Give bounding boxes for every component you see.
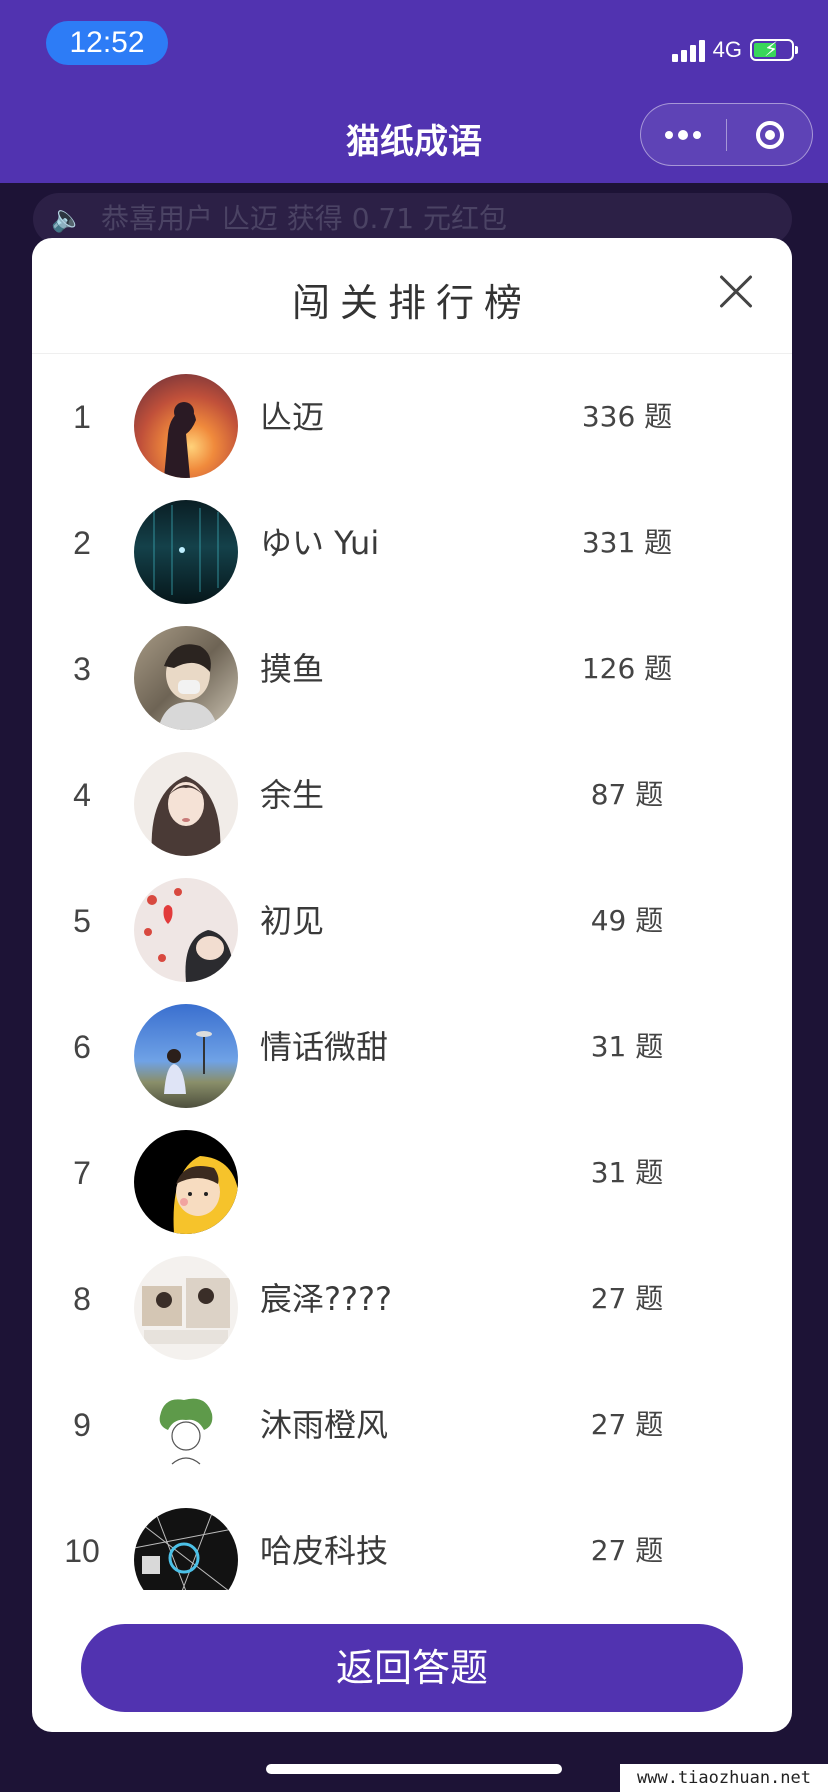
- score: 27 题: [590, 1534, 664, 1567]
- avatar: [134, 1004, 238, 1108]
- leaderboard-row: 1 亾迈 336 题: [32, 354, 792, 480]
- leaderboard-row: 9 沐雨橙风 27 题: [32, 1362, 792, 1488]
- rank-number: 9: [73, 1407, 91, 1443]
- rank-number: 8: [73, 1281, 91, 1317]
- user-name: 情话微甜: [260, 1028, 389, 1066]
- score: 126 题: [581, 652, 673, 685]
- user-name: 宸泽????: [260, 1280, 392, 1318]
- user-name: 沐雨橙风: [260, 1406, 389, 1444]
- return-to-quiz-button[interactable]: 返回答题: [81, 1624, 743, 1712]
- modal-header: 闯关排行榜: [32, 238, 792, 354]
- rank-number: 5: [73, 903, 91, 939]
- exit-miniprogram-button[interactable]: [727, 120, 812, 149]
- leaderboard-row: 8 宸泽???? 27 题: [32, 1236, 792, 1362]
- top-bar: 12:52 4G ⚡ 猫纸成语: [0, 0, 828, 183]
- leaderboard-row: 10 哈皮科技 27 题: [32, 1488, 792, 1590]
- target-icon: [755, 120, 784, 149]
- user-name: 余生: [260, 776, 325, 814]
- miniprogram-capsule: [640, 103, 813, 166]
- user-name: ゆい Yui: [260, 524, 380, 562]
- rank-number: 6: [73, 1029, 91, 1065]
- home-indicator[interactable]: [266, 1764, 562, 1774]
- network-label: 4G: [712, 37, 742, 62]
- avatar: [134, 752, 238, 856]
- avatar: [134, 1382, 238, 1486]
- avatar: [134, 1130, 238, 1234]
- battery-icon: ⚡: [750, 38, 798, 61]
- leaderboard-row: 6 情话微甜 31 题: [32, 984, 792, 1110]
- avatar: [134, 878, 238, 982]
- score: 27 题: [590, 1282, 664, 1315]
- avatar: [134, 500, 238, 604]
- user-name: 初见: [260, 902, 325, 940]
- modal-title: 闯关排行榜: [291, 281, 532, 325]
- leaderboard-row: 5 初见 49 题: [32, 858, 792, 984]
- score: 87 题: [590, 778, 664, 811]
- score: 49 题: [590, 904, 664, 937]
- avatar: [134, 1256, 238, 1360]
- score: 27 题: [590, 1408, 664, 1441]
- status-time: 12:52: [46, 21, 168, 65]
- rank-number: 1: [73, 399, 91, 435]
- score: 331 题: [581, 526, 673, 559]
- avatar: [134, 374, 238, 478]
- user-name: 哈皮科技: [260, 1532, 389, 1570]
- close-icon[interactable]: [718, 274, 754, 310]
- rank-number: 10: [64, 1533, 100, 1569]
- score: 31 题: [590, 1156, 664, 1189]
- leaderboard-row: 2 ゆい Yui 331 题: [32, 480, 792, 606]
- leaderboard-row: 3 摸鱼 126 题: [32, 606, 792, 732]
- rank-number: 2: [73, 525, 91, 561]
- avatar: [134, 1508, 238, 1590]
- leaderboard-row: 7 31 题: [32, 1110, 792, 1236]
- score: 31 题: [590, 1030, 664, 1063]
- rank-number: 7: [73, 1155, 91, 1191]
- watermark: www.tiaozhuan.net: [620, 1764, 828, 1792]
- user-name: 摸鱼: [260, 650, 325, 688]
- leaderboard-modal: 闯关排行榜 1 亾迈 336 题 2 ゆい Yui 331 题 3 摸鱼 126…: [32, 238, 792, 1732]
- more-icon[interactable]: [641, 129, 726, 140]
- avatar: [134, 626, 238, 730]
- status-icons: 4G ⚡: [671, 36, 798, 64]
- score: 336 题: [581, 400, 673, 433]
- user-name: 亾迈: [260, 398, 325, 436]
- signal-icon: [671, 38, 705, 62]
- rank-number: 3: [73, 651, 91, 687]
- rank-number: 4: [73, 777, 91, 813]
- leaderboard-row: 4 余生 87 题: [32, 732, 792, 858]
- leaderboard-list[interactable]: 1 亾迈 336 题 2 ゆい Yui 331 题 3 摸鱼 126 题 4 余…: [32, 354, 792, 1590]
